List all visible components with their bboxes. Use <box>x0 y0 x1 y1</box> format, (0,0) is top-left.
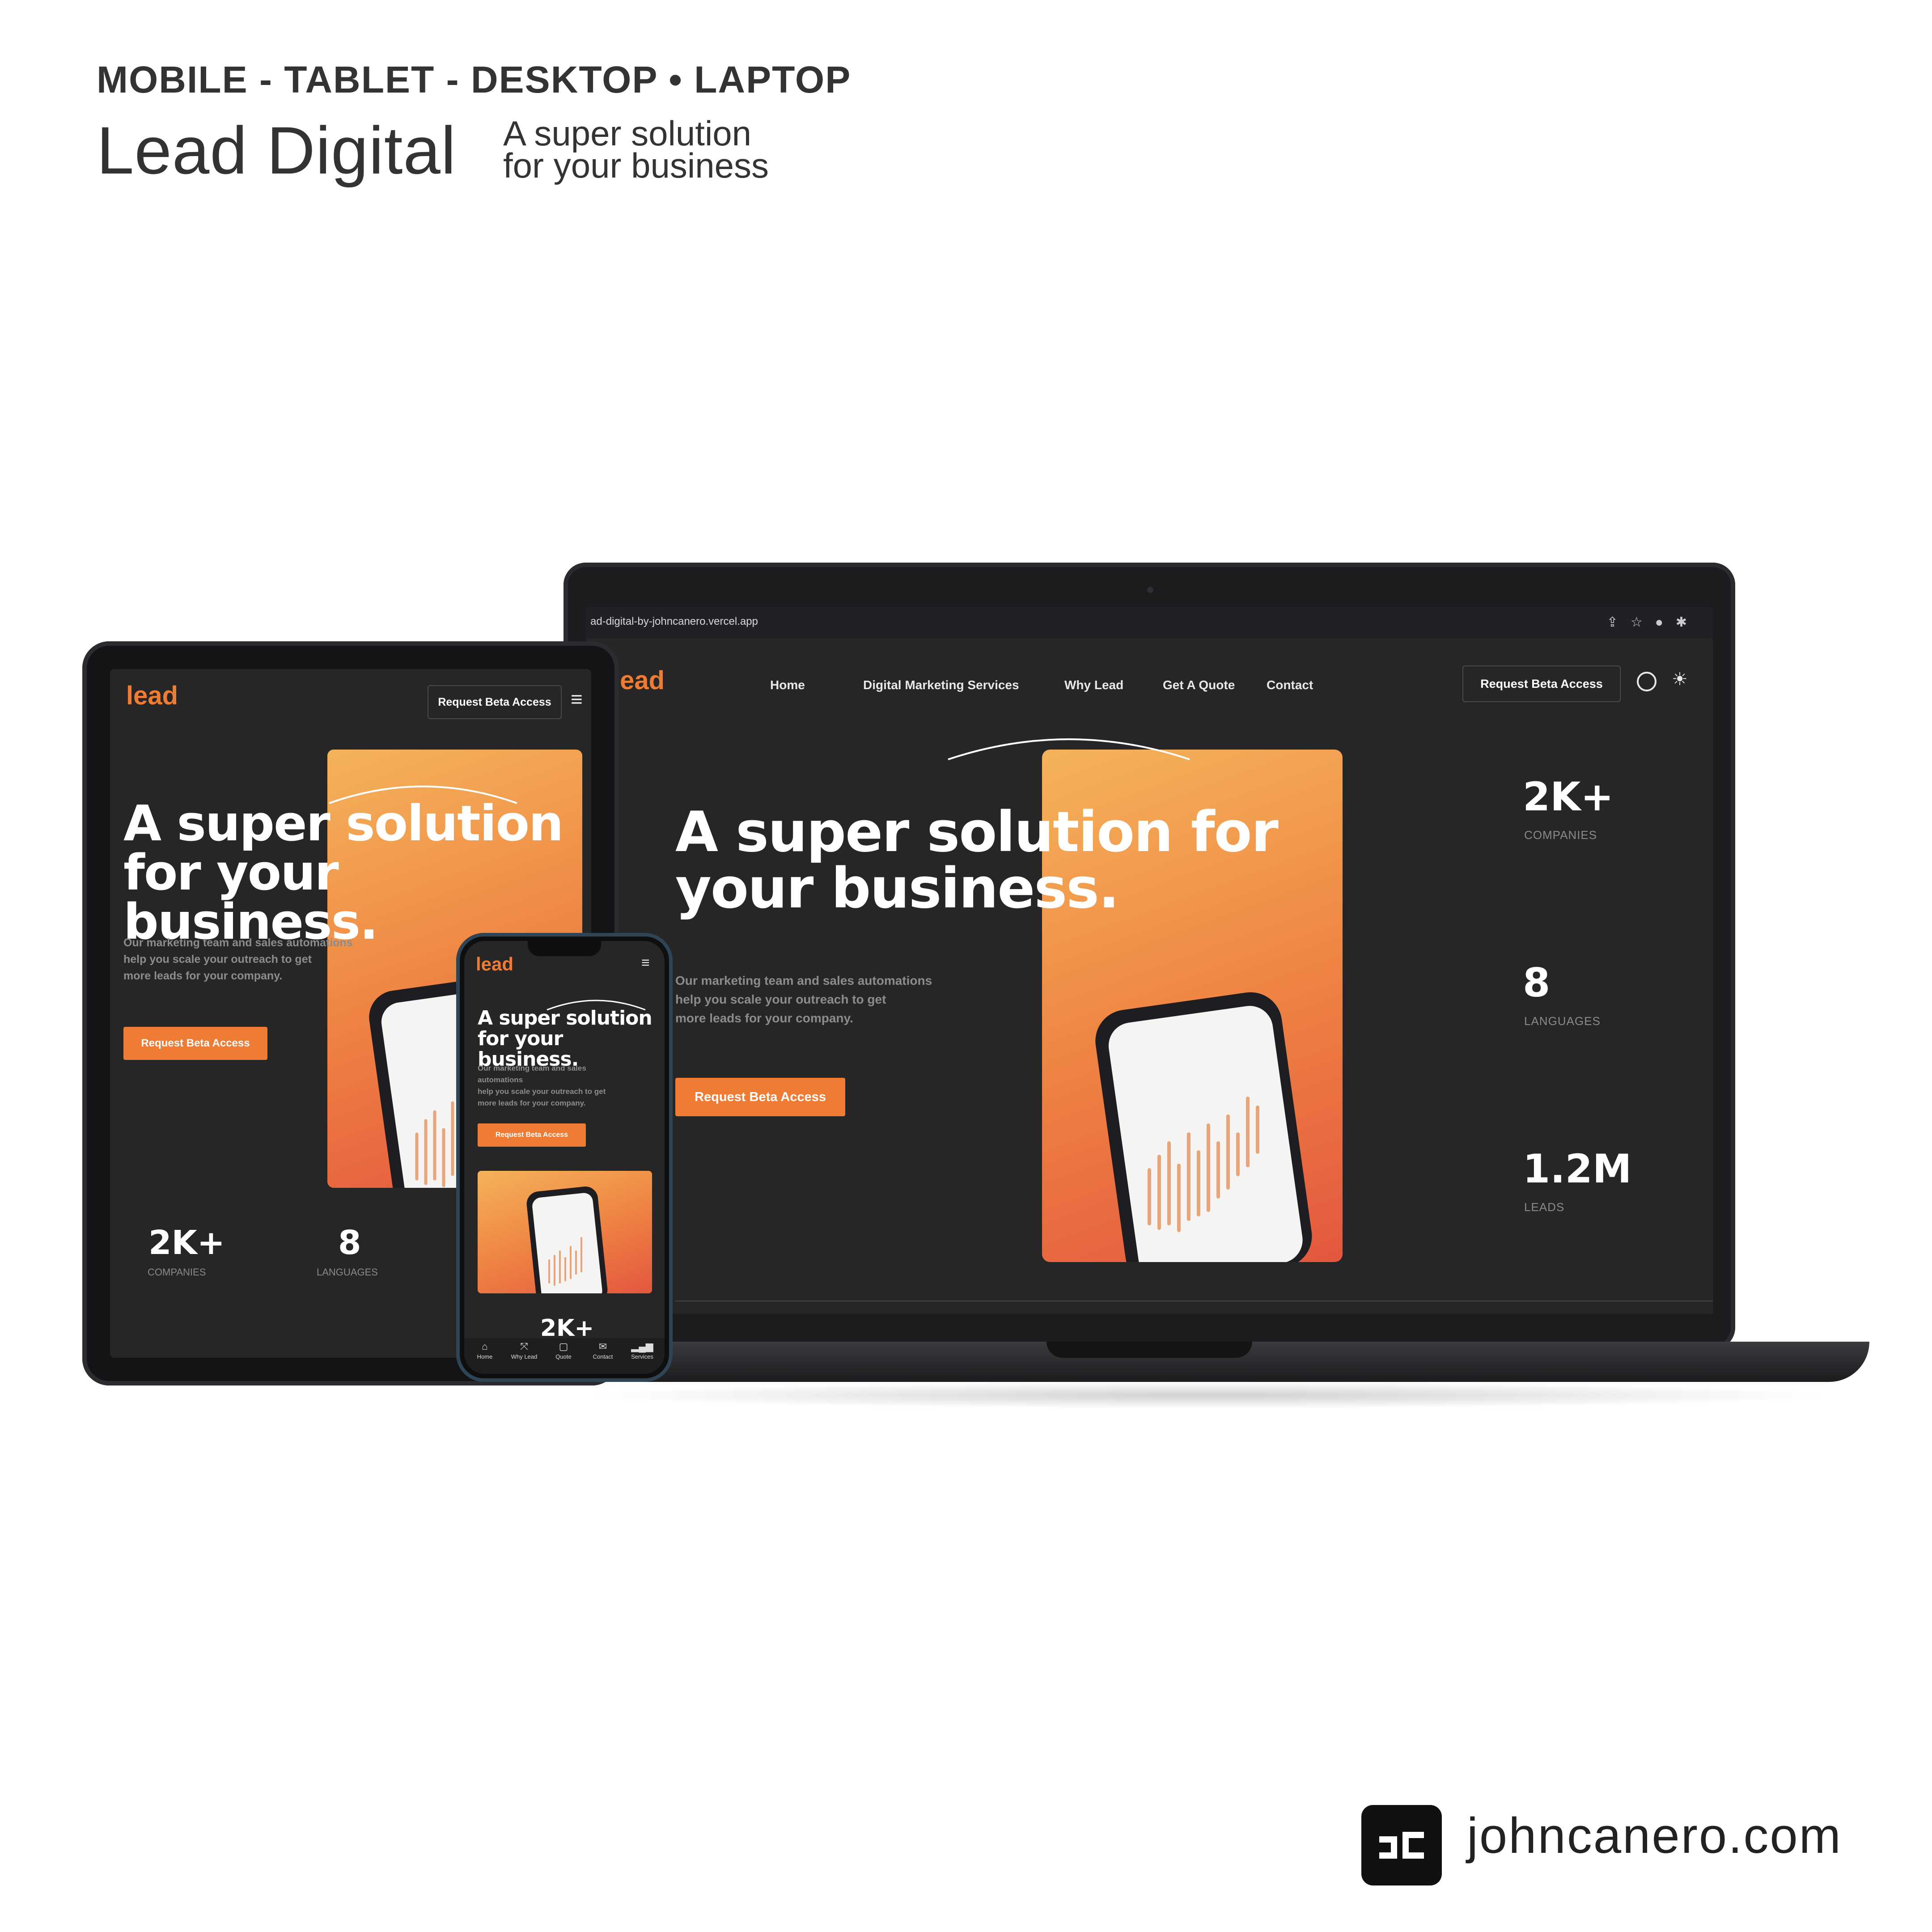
browser-toolbar-icons[interactable]: ⇪☆●✱ <box>1607 614 1699 630</box>
laptop-shadow <box>581 1382 1834 1409</box>
stat-companies-label: COMPANIES <box>148 1267 206 1278</box>
chat-icon: ▢ <box>559 1341 568 1352</box>
hero-headline-line-2: your business. <box>675 856 1119 921</box>
stat-leads-value: 1.2M <box>1523 1146 1632 1192</box>
mail-icon: ✉ <box>598 1341 607 1352</box>
stat-companies-value: 2K+ <box>540 1315 594 1342</box>
hero-headline-line-1: A super solution <box>123 795 564 852</box>
nav-digital-marketing-services[interactable]: Digital Marketing Services <box>863 678 1019 692</box>
user-account-icon[interactable] <box>1637 672 1657 691</box>
tab-services[interactable]: ▂▄▆ Services <box>623 1338 662 1360</box>
jc-monogram <box>1379 1832 1424 1859</box>
hero-arc-decoration <box>948 738 1190 760</box>
phone-notch <box>528 941 601 956</box>
laptop-opening-notch <box>1046 1342 1252 1358</box>
hero-headline-line-1: A super solution for <box>675 800 1279 864</box>
hero-image-card <box>478 1171 652 1293</box>
hero-headline-line-2: for your business. <box>123 844 378 950</box>
project-title: Lead Digital <box>97 113 457 188</box>
signal-icon: ▂▄▆ <box>631 1341 653 1352</box>
theme-toggle-sun-icon[interactable]: ☀ <box>1672 669 1688 690</box>
hero-subtext: Our marketing team and sales automations… <box>675 971 988 1028</box>
logo-text: lead <box>613 666 665 695</box>
hero-subtext-line: more leads for your company. <box>123 970 283 982</box>
phone-screen: lead ≡ A super solution for your busines… <box>464 941 665 1374</box>
project-tagline: A super solution for your business <box>503 114 769 185</box>
request-beta-access-button[interactable]: Request Beta Access <box>123 1027 267 1060</box>
request-beta-access-button[interactable]: Request Beta Access <box>478 1123 586 1147</box>
hero-subtext-line: help you scale your outreach to get <box>123 953 312 966</box>
logo-text: lead <box>126 681 178 710</box>
browser-url[interactable]: ad-digital-by-johncanero.vercel.app <box>590 615 758 628</box>
hero-headline: A super solution for your business. <box>478 1008 665 1070</box>
tagline-line-2: for your business <box>503 146 769 185</box>
browser-address-bar[interactable]: ad-digital-by-johncanero.vercel.app ⇪☆●✱ <box>586 607 1713 639</box>
tab-home[interactable]: ⌂ Home <box>465 1338 504 1360</box>
laptop-camera <box>1147 587 1153 593</box>
request-beta-access-button[interactable]: Request Beta Access <box>675 1078 845 1116</box>
hero-subtext-line: more leads for your company. <box>675 1011 853 1025</box>
jc-logo-icon <box>1361 1805 1442 1885</box>
site-logo[interactable]: lead <box>126 681 178 711</box>
tab-label: Home <box>477 1353 493 1360</box>
tab-label: Why Lead <box>511 1353 538 1360</box>
expand-icon: ⤧ <box>520 1341 528 1352</box>
hamburger-menu-icon[interactable]: ≡ <box>641 954 650 971</box>
nav-get-a-quote[interactable]: Get A Quote <box>1163 678 1235 692</box>
stat-languages-label: LANGUAGES <box>1524 1014 1601 1028</box>
stat-companies-label: COMPANIES <box>1524 828 1597 842</box>
hero-headline: A super solution for your business. <box>123 799 591 946</box>
stat-companies-value: 2K+ <box>148 1224 225 1262</box>
tab-label: Services <box>631 1353 653 1360</box>
tagline-line-1: A super solution <box>503 114 752 153</box>
request-beta-access-nav-button[interactable]: Request Beta Access <box>1462 665 1621 702</box>
bottom-tab-bar: ⌂ Home ⤧ Why Lead ▢ Quote ✉ Contact ▂▄▆ … <box>464 1338 665 1374</box>
website-url[interactable]: johncanero.com <box>1467 1807 1842 1864</box>
hero-subtext: Our marketing team and sales automations… <box>123 935 392 984</box>
hamburger-menu-icon[interactable]: ≡ <box>571 687 583 711</box>
phone-chart-illustration <box>526 1186 608 1293</box>
tab-label: Quote <box>555 1353 572 1360</box>
site-logo[interactable]: lead <box>613 665 665 695</box>
laptop-screen: ad-digital-by-johncanero.vercel.app ⇪☆●✱… <box>586 607 1713 1314</box>
home-icon: ⌂ <box>482 1341 488 1352</box>
stat-languages-value: 8 <box>1523 960 1551 1006</box>
hero-subtext-line: Our marketing team and sales automations <box>675 974 932 987</box>
hero-subtext-line: help you scale your outreach to get <box>478 1087 606 1096</box>
tab-label: Contact <box>593 1353 613 1360</box>
stat-leads-label: LEADS <box>1524 1200 1565 1214</box>
hero-headline: A super solution for your business. <box>675 800 1279 921</box>
hero-subtext: Our marketing team and sales automations… <box>478 1063 657 1109</box>
stat-languages-value: 8 <box>338 1224 361 1262</box>
logo-text: lead <box>476 953 514 974</box>
hero-headline-line-1: A super solution <box>478 1007 652 1030</box>
tab-quote[interactable]: ▢ Quote <box>544 1338 583 1360</box>
devices-heading: MOBILE - TABLET - DESKTOP • LAPTOP <box>97 59 852 101</box>
nav-contact[interactable]: Contact <box>1267 678 1313 692</box>
site-logo[interactable]: lead <box>476 953 513 975</box>
tab-why-lead[interactable]: ⤧ Why Lead <box>504 1338 544 1360</box>
hero-subtext-line: more leads for your company. <box>478 1099 586 1107</box>
request-beta-access-nav-button[interactable]: Request Beta Access <box>428 685 562 719</box>
hero-subtext-line: Our marketing team and sales automations <box>123 936 353 949</box>
tab-contact[interactable]: ✉ Contact <box>583 1338 623 1360</box>
hero-subtext-line: Our marketing team and sales <box>478 1064 586 1072</box>
hero-subtext-line: help you scale your outreach to get <box>675 992 886 1006</box>
stat-companies-value: 2K+ <box>1523 774 1614 820</box>
hero-subtext-line: automations <box>478 1076 523 1084</box>
stat-languages-label: LANGUAGES <box>317 1267 378 1278</box>
nav-home[interactable]: Home <box>770 678 805 692</box>
nav-why-lead[interactable]: Why Lead <box>1064 678 1123 692</box>
